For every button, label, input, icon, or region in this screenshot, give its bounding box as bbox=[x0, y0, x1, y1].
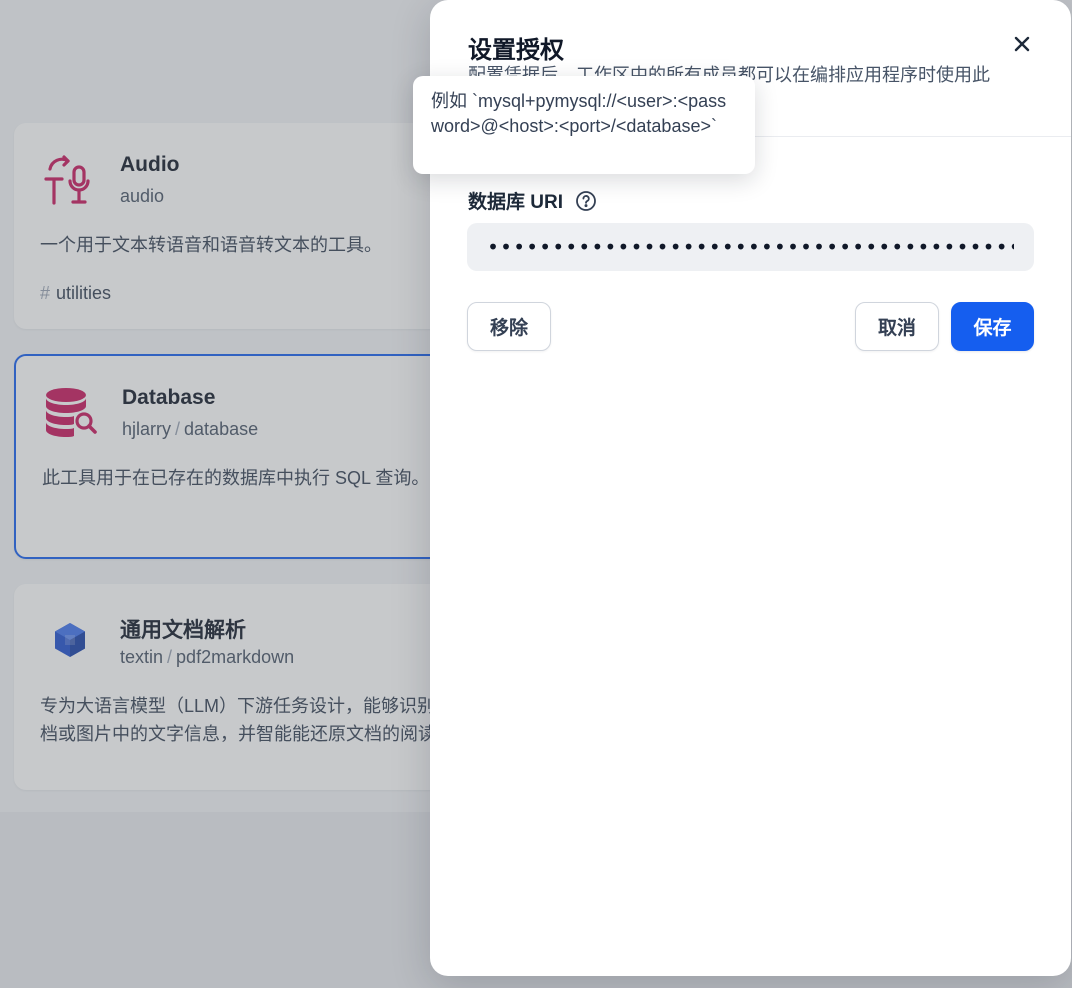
cancel-button[interactable]: 取消 bbox=[855, 302, 939, 351]
save-button[interactable]: 保存 bbox=[951, 302, 1034, 351]
field-label-text: 数据库 URI bbox=[468, 192, 564, 213]
remove-button[interactable]: 移除 bbox=[467, 302, 551, 351]
field-label: 数据库 URI bbox=[468, 187, 597, 214]
dialog-title: 设置授权 bbox=[468, 37, 564, 64]
help-icon[interactable] bbox=[575, 190, 597, 212]
uri-example-tooltip: 例如 `mysql+pymysql://<user>:<password>@<h… bbox=[413, 76, 755, 174]
close-button[interactable] bbox=[1008, 30, 1036, 58]
close-icon bbox=[1014, 36, 1030, 52]
database-uri-input[interactable] bbox=[467, 223, 1034, 271]
